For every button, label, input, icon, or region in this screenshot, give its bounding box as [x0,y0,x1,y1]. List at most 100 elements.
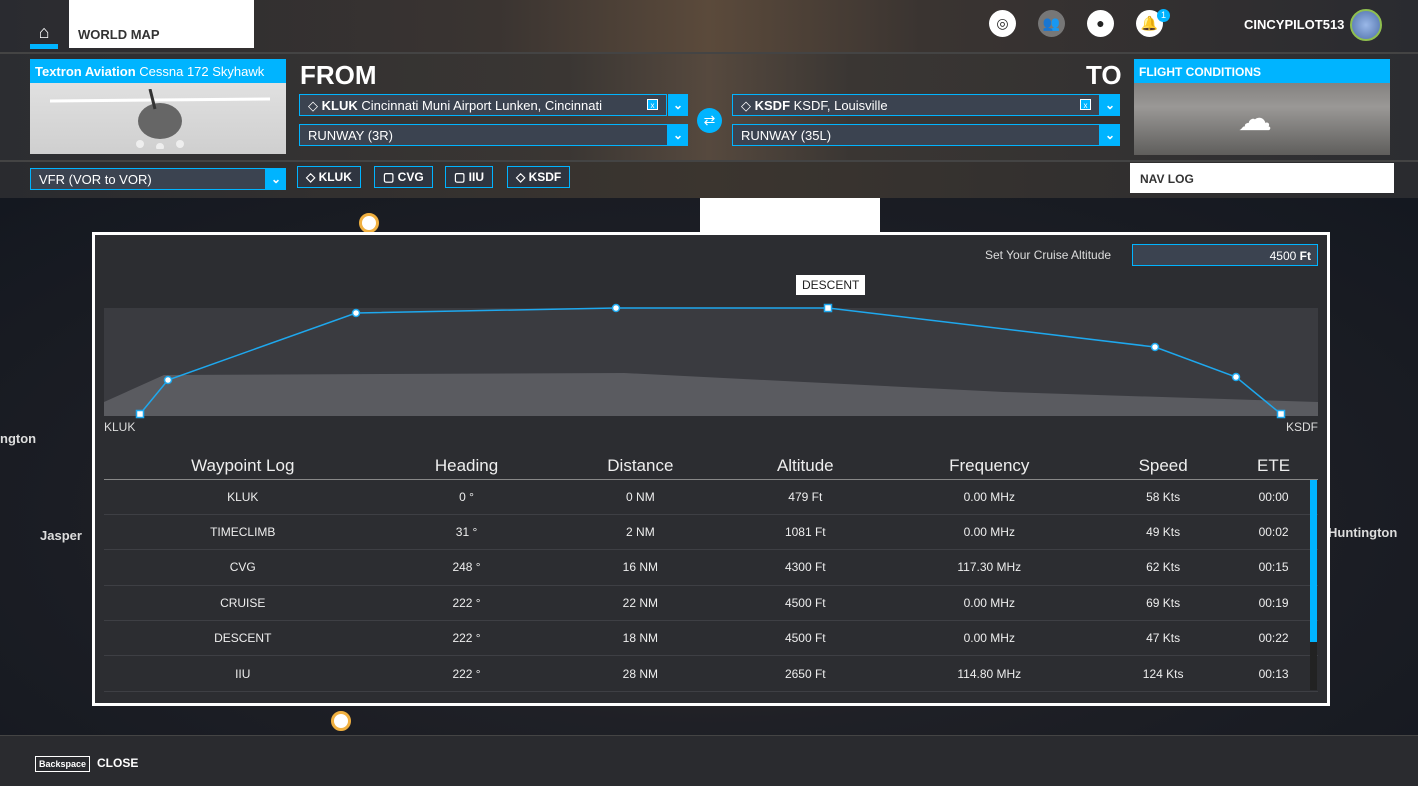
avatar[interactable] [1350,9,1382,41]
flight-type-chevron-icon[interactable]: ⌄ [266,168,286,190]
table-row[interactable]: DESCENT 222 ° 18 NM 4500 Ft 0.00 MHz 47 Kts 00… [104,620,1318,657]
waypoint-chip-cvg[interactable]: ▢ CVG [374,166,433,188]
radar-icon[interactable]: ◎ [989,10,1016,37]
table-cell: 31 ° [381,514,552,551]
table-cell: 479 Ft [729,479,882,515]
from-airport-name: Cincinnati Muni Airport Lunken, Cincinna… [361,98,602,113]
to-dropdown-chevron-icon[interactable]: ⌄ [1100,94,1120,116]
tab-world-map[interactable]: WORLD MAP [69,0,254,48]
waypoint-marker[interactable] [1276,409,1286,419]
cruise-altitude-label: Set Your Cruise Altitude [985,248,1112,262]
from-dropdown-chevron-icon[interactable]: ⌄ [668,94,688,116]
to-icao: KSDF [754,98,791,113]
table-cell: 16 NM [551,549,730,586]
altitude-profile [104,303,1318,419]
col-header: ETE [1229,456,1318,480]
map-airport-marker[interactable] [331,711,351,731]
waypoint-label: KSDF [528,170,562,184]
nav-log-button[interactable]: NAV LOG [1130,163,1394,193]
col-header: Altitude [729,456,882,480]
swap-icon[interactable]: ⇄ [697,108,722,133]
cloud-icon: ☁ [1238,100,1272,138]
table-cell: KLUK [104,479,382,515]
table-cell: 0.00 MHz [881,479,1098,515]
flight-type-select[interactable]: VFR (VOR to VOR) [30,168,266,190]
waypoint-label: CVG [397,170,424,184]
table-row[interactable]: TIMECLIMB 31 ° 2 NM 1081 Ft 0.00 MHz 49 Kts 00… [104,514,1318,551]
table-cell: 117.30 MHz [881,549,1098,586]
to-airport-field[interactable]: ◇ KSDF KSDF, Louisville [732,94,1100,116]
waypoint-marker[interactable] [611,303,621,313]
table-cell: 222 ° [381,585,552,622]
col-header: Waypoint Log [104,456,382,480]
table-row[interactable]: IIU 222 ° 28 NM 2650 Ft 114.80 MHz 124 Kts 00:… [104,655,1318,692]
clear-from-button[interactable]: x [647,99,658,110]
table-cell: 0.00 MHz [881,585,1098,622]
table-cell: 1081 Ft [729,514,882,551]
table-cell: 58 Kts [1097,479,1230,515]
map-label: ngton [0,431,37,446]
home-active-indicator [30,44,58,49]
to-airport-name: KSDF, Louisville [793,98,888,113]
table-cell: 114.80 MHz [881,655,1098,692]
waypoint-marker[interactable] [163,375,173,385]
friends-icon[interactable]: 👥 [1038,10,1065,37]
table-cell: 0.00 MHz [881,514,1098,551]
aircraft-card[interactable]: Textron Aviation Cessna 172 Skyhawk [30,59,286,154]
table-cell: CRUISE [104,585,382,622]
to-runway-select[interactable]: RUNWAY (35L) [732,124,1100,146]
waypoint-log-table: Waypoint Log Heading Distance Altitude F… [104,456,1318,692]
table-cell: 47 Kts [1097,620,1230,657]
cruise-altitude-value: 4500 [1269,249,1297,263]
waypoint-marker[interactable] [823,303,833,313]
waypoint-chip-ksdf[interactable]: ◇ KSDF [507,166,571,188]
aircraft-image [50,89,270,149]
table-row[interactable]: CVG 248 ° 16 NM 4300 Ft 117.30 MHz 62 Kts 00:1… [104,549,1318,586]
table-cell: 00:15 [1229,549,1318,586]
col-header: Distance [551,456,730,480]
cruise-altitude-input[interactable]: 4500 Ft [1132,244,1318,266]
waypoint-chip-iiu[interactable]: ▢ IIU [445,166,494,188]
map-label: Jasper [40,528,82,543]
to-runway-chevron-icon[interactable]: ⌄ [1100,124,1120,146]
col-header: Frequency [881,456,1098,480]
waypoint-label: KLUK [318,170,352,184]
table-cell: 0 NM [551,479,730,515]
airport-icon: ◇ [741,98,751,113]
map-airport-marker[interactable] [359,213,379,233]
from-airport-field[interactable]: ◇ KLUK Cincinnati Muni Airport Lunken, C… [299,94,667,116]
waypoint-marker[interactable] [1231,372,1241,382]
table-cell: 00:13 [1229,655,1318,692]
map-label: Huntington [1328,525,1398,540]
from-runway-select[interactable]: RUNWAY (3R) [299,124,668,146]
flight-conditions-card[interactable]: FLIGHT CONDITIONS ☁ [1134,59,1390,155]
table-cell: 18 NM [551,620,730,657]
table-cell: 124 Kts [1097,655,1230,692]
table-cell: 28 NM [551,655,730,692]
table-row[interactable]: CRUISE 222 ° 22 NM 4500 Ft 0.00 MHz 69 Kts 00:… [104,585,1318,622]
descent-tag: DESCENT [796,275,866,295]
waypoint-marker[interactable] [135,409,145,419]
close-button[interactable]: CLOSE [97,756,138,770]
profile-icon[interactable]: ● [1087,10,1114,37]
map-panel-edge [700,198,880,232]
waypoint-label: IIU [468,170,485,184]
from-heading: FROM [300,60,377,90]
aircraft-maker: Textron Aviation [35,64,136,79]
scrollbar-thumb[interactable] [1310,480,1317,642]
from-runway-chevron-icon[interactable]: ⌄ [668,124,688,146]
notification-badge: 1 [1157,9,1170,22]
waypoint-marker[interactable] [1150,342,1160,352]
table-cell: 4300 Ft [729,549,882,586]
table-cell: 22 NM [551,585,730,622]
table-cell: IIU [104,655,382,692]
table-row[interactable]: KLUK 0 ° 0 NM 479 Ft 0.00 MHz 58 Kts 00:00 [104,479,1318,515]
table-cell: 2 NM [551,514,730,551]
waypoint-chip-kluk[interactable]: ◇ KLUK [297,166,361,188]
clear-to-button[interactable]: x [1080,99,1091,110]
to-heading: TO [1086,60,1122,90]
username[interactable]: CINCYPILOT513 [1244,17,1344,32]
waypoint-marker[interactable] [351,308,361,318]
table-cell: TIMECLIMB [104,514,382,551]
from-icao: KLUK [321,98,358,113]
